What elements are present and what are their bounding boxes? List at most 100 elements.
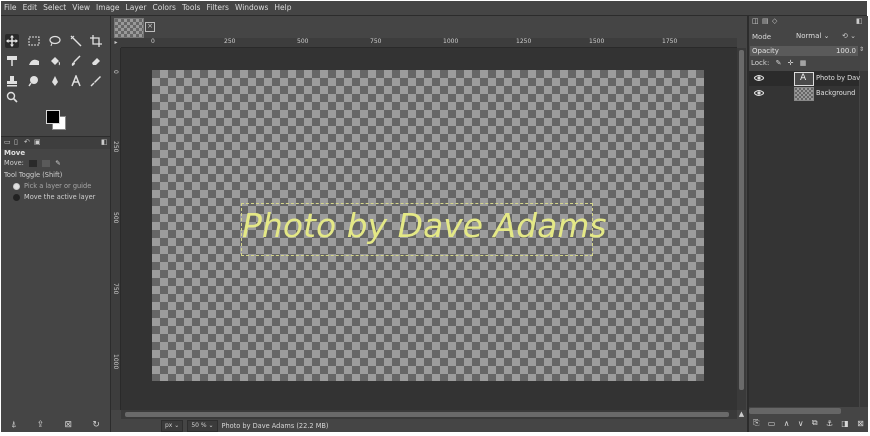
- images-tab-icon[interactable]: ▣: [34, 138, 41, 146]
- paintbrush-tool-icon[interactable]: [69, 54, 83, 68]
- duplicate-layer-icon[interactable]: ⧉: [812, 418, 818, 428]
- image-tab-thumbnail[interactable]: [114, 18, 144, 38]
- chevron-down-icon: ⌄: [823, 32, 830, 40]
- navigate-icon[interactable]: ▲: [737, 410, 746, 419]
- paths-tool-icon[interactable]: [48, 74, 62, 88]
- layers-tab-icon[interactable]: ◫: [752, 17, 759, 25]
- undo-history-tab-icon[interactable]: ↶: [24, 138, 30, 146]
- bucket-fill-tool-icon[interactable]: [48, 54, 62, 68]
- opacity-stepper-icon[interactable]: ⇕: [859, 46, 864, 53]
- channels-tab-icon[interactable]: ▤: [762, 17, 769, 25]
- ruler-label-1500: 1500: [589, 38, 605, 45]
- text-tool-icon[interactable]: [69, 74, 83, 88]
- mode-switch-icon[interactable]: ⟲ ⌄: [842, 32, 856, 40]
- image-tab-close-icon[interactable]: ×: [145, 22, 155, 32]
- menu-file[interactable]: File: [1, 1, 20, 15]
- menu-tools[interactable]: Tools: [179, 1, 203, 15]
- mode-select[interactable]: Normal ⌄: [796, 31, 836, 42]
- crop-tool-icon[interactable]: [89, 34, 103, 48]
- color-swatches[interactable]: [44, 108, 70, 134]
- zoom-select[interactable]: 50 % ⌄: [187, 419, 218, 432]
- layers-dock-menu-icon[interactable]: ◧: [856, 17, 863, 25]
- vertical-ruler[interactable]: 0 250 500 750 1000: [111, 48, 121, 410]
- clone-tool-icon[interactable]: [5, 74, 19, 88]
- unified-transform-tool-icon[interactable]: [5, 54, 19, 68]
- move-active-layer-option-label: Move the active layer: [24, 193, 96, 201]
- reset-options-icon[interactable]: ↻: [92, 420, 100, 430]
- layers-horizontal-scrollbar[interactable]: [749, 408, 841, 414]
- pick-layer-option[interactable]: Pick a layer or guide: [13, 182, 91, 190]
- menu-colors[interactable]: Colors: [149, 1, 179, 15]
- lock-row: Lock: ✎ ✛ ▦: [751, 59, 806, 67]
- radio-pick-layer[interactable]: [13, 182, 20, 190]
- unit-select[interactable]: px ⌄: [161, 419, 184, 432]
- zoom-tool-icon[interactable]: [5, 90, 19, 104]
- menu-layer[interactable]: Layer: [123, 1, 150, 15]
- restore-options-icon[interactable]: ⇪: [37, 420, 45, 430]
- menu-help[interactable]: Help: [271, 1, 294, 15]
- new-layer-icon[interactable]: ⎘: [753, 418, 759, 428]
- menu-filters[interactable]: Filters: [203, 1, 231, 15]
- vruler-label-750: 750: [112, 283, 119, 295]
- menu-image[interactable]: Image: [93, 1, 123, 15]
- horizontal-scrollbar[interactable]: [121, 410, 737, 419]
- move-layer-mode-icon[interactable]: [29, 159, 38, 167]
- rect-select-tool-icon[interactable]: [27, 34, 41, 48]
- move-active-layer-option[interactable]: Move the active layer: [13, 193, 95, 201]
- lower-layer-icon[interactable]: ∨: [798, 419, 804, 428]
- layers-bottom-bar: ⎘ ▭ ∧ ∨ ⧉ ⚓ ◨ ⊠: [749, 416, 868, 430]
- foreground-color-swatch[interactable]: [46, 110, 60, 124]
- unit-value: px: [165, 421, 173, 429]
- radio-move-active[interactable]: [13, 193, 20, 201]
- menu-select[interactable]: Select: [40, 1, 69, 15]
- menu-view[interactable]: View: [69, 1, 93, 15]
- raise-layer-icon[interactable]: ∧: [784, 419, 790, 428]
- vertical-scrollbar-thumb[interactable]: [739, 50, 744, 390]
- lock-alpha-icon[interactable]: ▦: [800, 59, 807, 67]
- smudge-tool-icon[interactable]: [27, 74, 41, 88]
- vruler-label-0: 0: [112, 70, 119, 74]
- lock-pixels-icon[interactable]: ✎: [776, 59, 782, 67]
- image-canvas[interactable]: Photo by Dave Adams: [152, 70, 704, 381]
- new-group-icon[interactable]: ▭: [768, 419, 776, 428]
- move-path-mode-icon[interactable]: ✎: [55, 159, 61, 167]
- text-layer-content[interactable]: Photo by Dave Adams: [242, 206, 607, 245]
- layers-dock: ◫ ▤ ◇ ◧ Mode Normal ⌄ ⟲ ⌄ Opacity 100.0 …: [748, 16, 868, 432]
- tool-options-tab-icon[interactable]: ▭: [4, 138, 11, 146]
- warp-tool-icon[interactable]: [27, 54, 41, 68]
- ruler-label-250: 250: [224, 38, 236, 45]
- quick-mask-corner-icon[interactable]: ▸: [111, 38, 121, 48]
- horizontal-ruler[interactable]: 0 250 500 750 1000 1250 1500 1750: [121, 38, 737, 48]
- color-picker-tool-icon[interactable]: [89, 74, 103, 88]
- mask-layer-icon[interactable]: ◨: [841, 419, 849, 428]
- device-status-tab-icon[interactable]: ▯: [14, 138, 18, 146]
- move-tool-icon[interactable]: [5, 34, 19, 48]
- dock-menu-icon[interactable]: ◧: [101, 138, 108, 146]
- canvas-viewport[interactable]: Photo by Dave Adams: [121, 48, 737, 410]
- move-selection-mode-icon[interactable]: [42, 159, 51, 167]
- layer-row[interactable]: Background: [749, 86, 859, 101]
- ruler-label-750: 750: [370, 38, 382, 45]
- save-options-icon[interactable]: ⍋: [11, 420, 16, 430]
- lasso-tool-icon[interactable]: [48, 34, 62, 48]
- layer-row[interactable]: A Photo by Dave: [749, 71, 864, 86]
- opacity-slider[interactable]: Opacity 100.0: [750, 46, 858, 56]
- menu-windows[interactable]: Windows: [232, 1, 271, 15]
- tool-options-title: Move: [4, 149, 26, 157]
- delete-options-icon[interactable]: ⊠: [65, 420, 73, 430]
- eye-icon[interactable]: [754, 74, 764, 82]
- paths-tab-icon[interactable]: ◇: [772, 17, 777, 25]
- lock-position-icon[interactable]: ✛: [788, 59, 794, 67]
- fuzzy-select-tool-icon[interactable]: [69, 34, 83, 48]
- eye-icon[interactable]: [754, 89, 764, 97]
- layer-name: Background: [816, 89, 856, 97]
- menu-edit[interactable]: Edit: [20, 1, 41, 15]
- layers-vertical-scrollbar[interactable]: [860, 71, 868, 407]
- eraser-tool-icon[interactable]: [89, 54, 103, 68]
- status-bar: px ⌄ 50 % ⌄ Photo by Dave Adams (22.2 MB…: [111, 419, 747, 432]
- anchor-layer-icon[interactable]: ⚓: [826, 419, 833, 428]
- delete-layer-icon[interactable]: ⊠: [857, 419, 864, 428]
- horizontal-scrollbar-thumb[interactable]: [125, 412, 729, 417]
- vertical-scrollbar[interactable]: [737, 48, 746, 410]
- move-mode-row: Move: ✎: [4, 159, 61, 167]
